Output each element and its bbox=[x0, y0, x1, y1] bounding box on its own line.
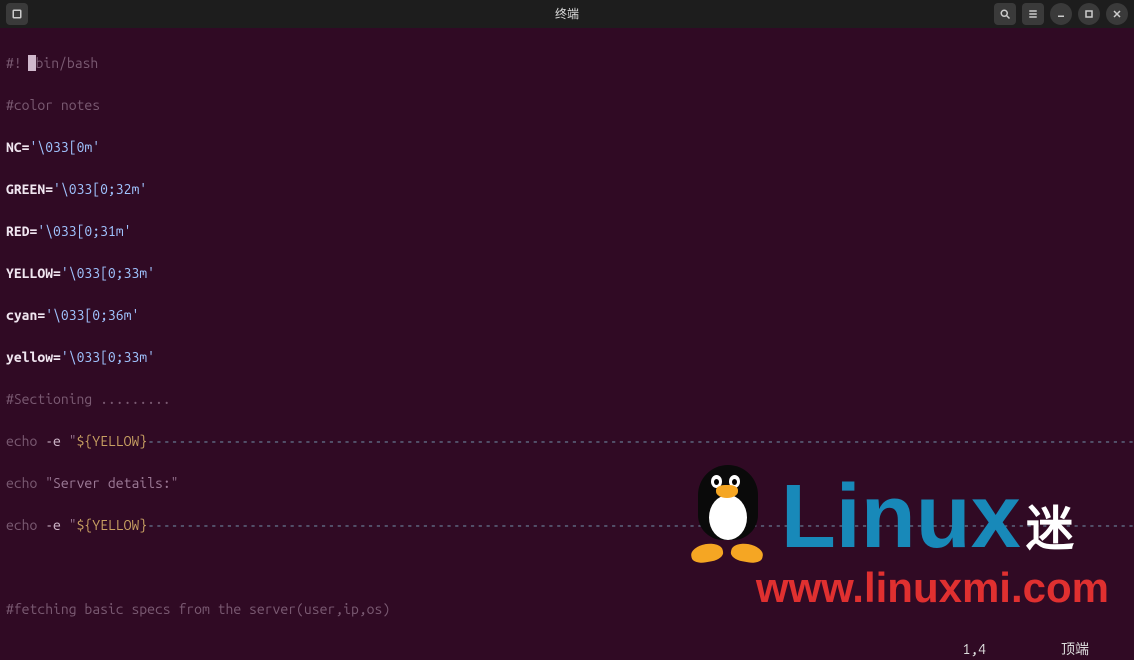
hamburger-icon bbox=[1027, 8, 1039, 20]
new-tab-icon bbox=[11, 8, 23, 20]
window-title: 终端 bbox=[555, 4, 579, 25]
cursor-position: 1,4 bbox=[962, 639, 986, 660]
file-location: 顶端 bbox=[1061, 639, 1089, 660]
menu-button[interactable] bbox=[1022, 3, 1044, 25]
titlebar: 终端 bbox=[0, 0, 1134, 28]
editor-area[interactable]: #! bin/bash #color notes NC='\033[0m' GR… bbox=[0, 28, 1134, 639]
maximize-icon bbox=[1083, 8, 1095, 20]
minimize-button[interactable] bbox=[1050, 3, 1072, 25]
close-icon bbox=[1111, 8, 1123, 20]
cursor bbox=[28, 55, 36, 71]
search-button[interactable] bbox=[994, 3, 1016, 25]
vim-statusbar: 1,4 顶端 bbox=[0, 639, 1134, 659]
close-button[interactable] bbox=[1106, 3, 1128, 25]
new-tab-button[interactable] bbox=[6, 3, 28, 25]
minimize-icon bbox=[1055, 8, 1067, 20]
search-icon bbox=[999, 8, 1011, 20]
maximize-button[interactable] bbox=[1078, 3, 1100, 25]
code-text: #! bbox=[6, 55, 30, 71]
